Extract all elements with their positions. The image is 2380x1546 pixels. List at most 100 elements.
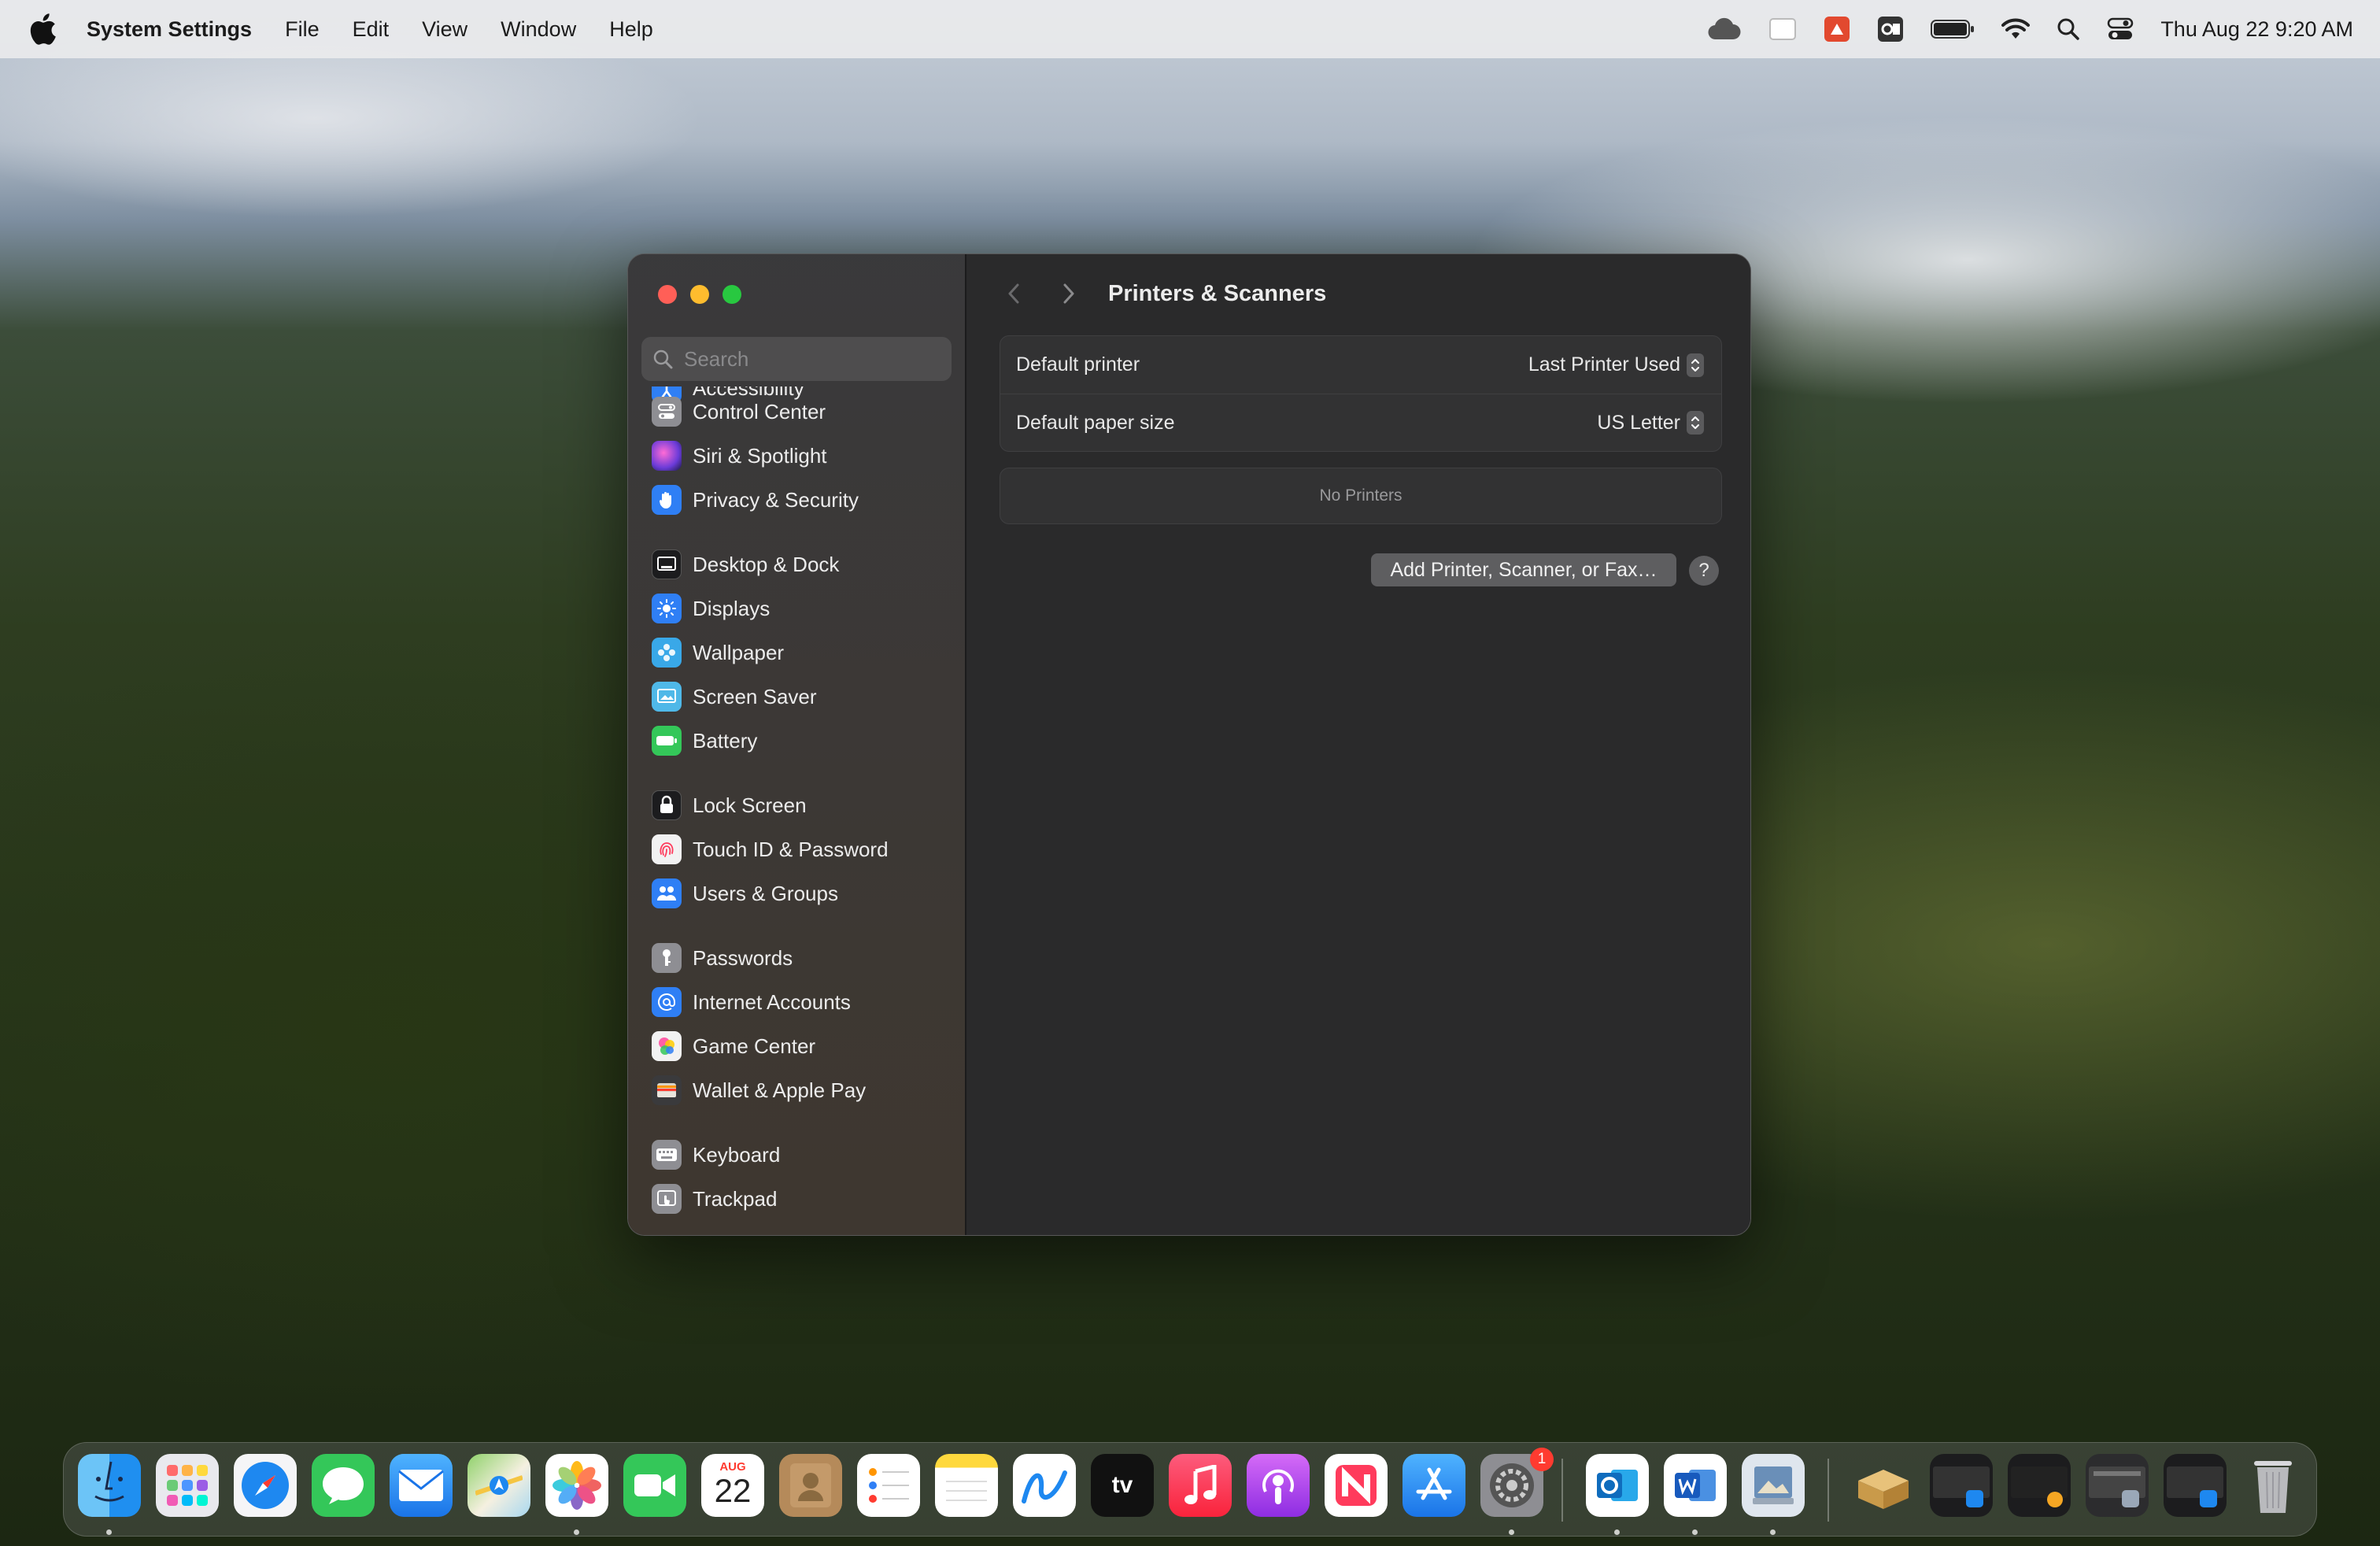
menu-app-name[interactable]: System Settings <box>87 17 252 42</box>
sidebar-item-lock-screen[interactable]: Lock Screen <box>652 783 807 827</box>
trash-icon[interactable] <box>2241 1454 2304 1517</box>
sidebar-item-label: Siri & Spotlight <box>693 443 827 468</box>
close-button[interactable] <box>658 285 677 304</box>
podcasts-icon[interactable] <box>1247 1454 1310 1517</box>
battery-status-icon[interactable] <box>1931 15 1975 43</box>
facetime-icon[interactable] <box>623 1454 686 1517</box>
tv-icon[interactable]: tv <box>1091 1454 1154 1517</box>
sidebar-item-label: Internet Accounts <box>693 989 851 1014</box>
finder-icon[interactable] <box>78 1454 141 1517</box>
running-indicator <box>106 1529 112 1535</box>
sidebar-item-keyboard[interactable]: Keyboard <box>652 1133 780 1177</box>
sidebar-item-touch-id[interactable]: Touch ID & Password <box>652 827 889 871</box>
running-indicator <box>1770 1529 1776 1535</box>
dock-separator <box>1561 1459 1563 1522</box>
word-icon[interactable] <box>1664 1454 1727 1517</box>
messages-icon[interactable] <box>312 1454 375 1517</box>
running-indicator <box>1509 1529 1514 1535</box>
app-store-icon[interactable] <box>1402 1454 1465 1517</box>
creative-cloud-icon[interactable] <box>1707 15 1742 43</box>
sidebar-item-battery[interactable]: Battery <box>652 719 757 763</box>
forward-button[interactable] <box>1053 278 1085 309</box>
search-input[interactable] <box>684 346 936 372</box>
fingerprint-icon <box>652 834 682 864</box>
spotlight-search-icon[interactable] <box>2057 15 2080 43</box>
sidebar: Accessibility Control Center Siri & Spot… <box>628 254 966 1235</box>
menu-view[interactable]: View <box>422 17 468 42</box>
control-center-status-icon[interactable] <box>2107 15 2134 43</box>
sidebar-item-control-center[interactable]: Control Center <box>652 390 826 434</box>
menu-file[interactable]: File <box>285 17 320 42</box>
zoom-button[interactable] <box>722 285 741 304</box>
file-icon[interactable] <box>1768 15 1797 43</box>
chevron-left-icon <box>1008 283 1019 304</box>
sidebar-item-game-center[interactable]: Game Center <box>652 1024 815 1068</box>
outlook-status-icon[interactable] <box>1877 15 1904 43</box>
calendar-icon[interactable]: AUG 22 <box>701 1454 764 1517</box>
maps-icon[interactable] <box>468 1454 530 1517</box>
safari-icon[interactable] <box>234 1454 297 1517</box>
window-controls <box>658 285 755 304</box>
help-button[interactable]: ? <box>1689 556 1719 586</box>
up-down-chevron-icon <box>1687 411 1704 435</box>
content-pane: Printers & Scanners Default printer Last… <box>968 254 1750 1235</box>
menu-clock[interactable]: Thu Aug 22 9:20 AM <box>2160 17 2353 42</box>
game-center-icon <box>652 1031 682 1061</box>
dock-separator <box>1828 1459 1829 1522</box>
notification-badge: 1 <box>1530 1448 1554 1471</box>
default-printer-value: Last Printer Used <box>1528 353 1680 375</box>
sidebar-item-privacy-security[interactable]: Privacy & Security <box>652 478 859 522</box>
sidebar-item-label: Lock Screen <box>693 793 807 817</box>
sidebar-item-wallpaper[interactable]: Wallpaper <box>652 631 784 675</box>
sidebar-item-desktop-dock[interactable]: Desktop & Dock <box>652 542 839 586</box>
news-icon[interactable] <box>1325 1454 1388 1517</box>
wifi-icon[interactable] <box>2001 15 2031 43</box>
window-thumbnail-icon[interactable] <box>2008 1454 2071 1517</box>
mail-icon[interactable] <box>390 1454 453 1517</box>
calendar-day: 22 <box>714 1471 752 1509</box>
reminders-icon[interactable] <box>857 1454 920 1517</box>
photos-icon[interactable] <box>545 1454 608 1517</box>
screen-saver-icon <box>652 682 682 712</box>
archive-icon[interactable] <box>1852 1454 1915 1517</box>
default-paper-row: Default paper size US Letter <box>1000 394 1721 451</box>
apple-logo-icon[interactable] <box>28 13 57 45</box>
menu-edit[interactable]: Edit <box>353 17 390 42</box>
freeform-icon[interactable] <box>1013 1454 1076 1517</box>
default-paper-popup[interactable]: US Letter <box>1597 411 1704 435</box>
launchpad-icon[interactable] <box>156 1454 219 1517</box>
preview-icon[interactable] <box>1742 1454 1805 1517</box>
sidebar-item-siri-spotlight[interactable]: Siri & Spotlight <box>652 434 827 478</box>
sidebar-item-internet-accounts[interactable]: Internet Accounts <box>652 980 851 1024</box>
contacts-icon[interactable] <box>779 1454 842 1517</box>
sidebar-item-users-groups[interactable]: Users & Groups <box>652 871 838 915</box>
default-printer-popup[interactable]: Last Printer Used <box>1528 353 1704 377</box>
sidebar-item-trackpad[interactable]: Trackpad <box>652 1177 777 1221</box>
window-thumbnail-icon[interactable] <box>1930 1454 1993 1517</box>
sidebar-item-label: Displays <box>693 596 771 620</box>
minimize-button[interactable] <box>690 285 709 304</box>
sidebar-item-wallet[interactable]: Wallet & Apple Pay <box>652 1068 866 1112</box>
status-area: Thu Aug 22 9:20 AM <box>1680 0 2353 58</box>
menu-help[interactable]: Help <box>609 17 653 42</box>
window-thumbnail-icon[interactable] <box>2164 1454 2227 1517</box>
window-thumbnail-icon[interactable] <box>2086 1454 2149 1517</box>
back-button[interactable] <box>998 278 1029 309</box>
sidebar-item-displays[interactable]: Displays <box>652 586 770 631</box>
menu-window[interactable]: Window <box>501 17 576 42</box>
sidebar-item-label: Privacy & Security <box>693 487 859 512</box>
outlook-icon[interactable] <box>1586 1454 1649 1517</box>
presentation-app-icon[interactable] <box>1824 15 1850 43</box>
sidebar-item-passwords[interactable]: Passwords <box>652 936 793 980</box>
default-printer-label: Default printer <box>1016 353 1140 375</box>
sidebar-search[interactable] <box>641 337 952 381</box>
notes-icon[interactable] <box>935 1454 998 1517</box>
sidebar-item-label: Screen Saver <box>693 684 817 708</box>
music-icon[interactable] <box>1169 1454 1232 1517</box>
wallpaper-icon <box>652 638 682 668</box>
menu-bar: System Settings File Edit View Window He… <box>0 0 2380 58</box>
add-printer-button[interactable]: Add Printer, Scanner, or Fax… <box>1371 553 1676 586</box>
default-paper-label: Default paper size <box>1016 411 1175 434</box>
sidebar-list[interactable]: Accessibility Control Center Siri & Spot… <box>628 386 966 1235</box>
sidebar-item-screen-saver[interactable]: Screen Saver <box>652 675 817 719</box>
